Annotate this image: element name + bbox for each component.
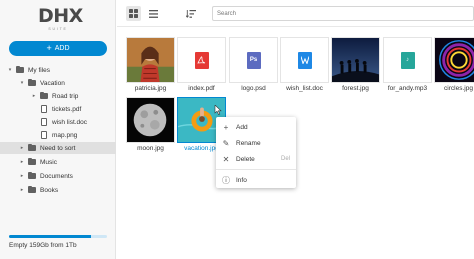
tree-item-road-trip[interactable]: ▸ Road trip — [0, 90, 78, 102]
psd-file-icon: Ps — [229, 37, 278, 83]
file-item-circles-jpg[interactable]: circles.jpg — [434, 37, 474, 93]
chevron-right-icon[interactable]: ▸ — [18, 145, 26, 151]
folder-icon — [26, 78, 37, 86]
tree-item-label: Vacation — [40, 79, 65, 87]
file-name: patricia.jpg — [134, 85, 167, 92]
info-icon: ⓘ — [222, 175, 230, 185]
logo-text: DHX — [38, 5, 83, 27]
menu-item-label: Add — [236, 123, 248, 131]
file-name: forest.jpg — [342, 85, 369, 92]
pdf-file-icon — [177, 37, 226, 83]
tree-item-my-files[interactable]: ▾ My files — [0, 64, 50, 76]
tree-item-label: Road trip — [52, 92, 79, 100]
file-icon — [38, 131, 49, 139]
image-thumbnail — [331, 37, 380, 83]
file-item-moon-jpg[interactable]: moon.jpg — [126, 97, 175, 153]
chevron-right-icon[interactable]: ▸ — [18, 187, 26, 193]
tree-item-label: Music — [40, 158, 57, 166]
search-input[interactable]: Search — [212, 6, 474, 21]
folder-icon — [26, 157, 37, 165]
tree-item-documents[interactable]: ▸ Documents — [0, 170, 73, 182]
cursor-icon — [214, 105, 222, 115]
image-thumbnail — [126, 37, 175, 83]
folder-icon — [26, 143, 37, 151]
sort-button[interactable] — [183, 6, 198, 21]
chevron-right-icon[interactable]: ▸ — [18, 159, 26, 165]
chevron-down-icon[interactable]: ▾ — [18, 80, 26, 86]
menu-item-label: Info — [236, 176, 247, 184]
tree-item-need-to-sort[interactable]: ▸ Need to sort — [0, 142, 116, 154]
menu-divider — [216, 169, 296, 170]
folder-icon — [14, 65, 25, 73]
file-item-wish-list-doc[interactable]: wish_list.doc — [280, 37, 329, 93]
add-button[interactable]: + ADD — [9, 41, 107, 56]
tree-item-vacation[interactable]: ▾ Vacation — [0, 77, 65, 89]
toolbar: Search — [117, 0, 474, 27]
folder-icon — [38, 91, 49, 99]
add-button-label: ADD — [54, 45, 70, 52]
list-view-button[interactable] — [146, 6, 161, 21]
mp3-file-icon: ♪ — [383, 37, 432, 83]
logo-subtext: SUITE — [48, 27, 68, 31]
search-placeholder: Search — [217, 10, 237, 17]
file-item-index-pdf[interactable]: index.pdf — [177, 37, 226, 93]
tree-item-map-png[interactable]: map.png — [0, 129, 77, 141]
plus-icon: + — [46, 43, 52, 53]
file-icon — [38, 118, 49, 126]
tree-item-label: map.png — [52, 131, 78, 139]
tree-item-label: Documents — [40, 172, 73, 180]
file-item-logo-psd[interactable]: Ps logo.psd — [229, 37, 278, 93]
pencil-icon: ✎ — [222, 138, 230, 148]
logo: DHX SUITE — [38, 5, 83, 33]
file-item-for-andy-mp3[interactable]: ♪ for_andy.mp3 — [383, 37, 432, 93]
tree-item-label: Books — [40, 186, 59, 194]
doc-file-icon — [280, 37, 329, 83]
grid-view-icon — [129, 9, 138, 18]
sort-icon — [185, 9, 196, 18]
close-icon: ✕ — [222, 154, 230, 164]
image-thumbnail — [434, 37, 474, 83]
tree-item-books[interactable]: ▸ Books — [0, 184, 58, 196]
chevron-down-icon[interactable]: ▾ — [6, 67, 14, 73]
tree-item-wish-list-doc[interactable]: wish list.doc — [0, 116, 87, 128]
file-name: wish_list.doc — [286, 85, 323, 92]
menu-item-rename[interactable]: ✎ Rename — [216, 136, 296, 150]
list-view-icon — [149, 9, 158, 18]
plus-icon: + — [223, 122, 229, 132]
file-name: circles.jpg — [444, 85, 473, 92]
tree-item-label: My files — [28, 66, 51, 74]
context-menu: + Add ✎ Rename ✕ Delete Del ⓘ Info — [216, 117, 296, 188]
menu-item-info[interactable]: ⓘ Info — [216, 173, 296, 187]
file-name: index.pdf — [188, 85, 215, 92]
file-name: moon.jpg — [137, 145, 164, 152]
file-item-patricia-jpg[interactable]: patricia.jpg — [126, 37, 175, 93]
sidebar: DHX SUITE + ADD ▾ My files ▾ Vacation ▸ Road … — [0, 0, 116, 259]
tree-item-label: Need to sort — [40, 144, 76, 152]
storage-info: Empty 159Gb from 1Tb — [9, 235, 107, 249]
menu-item-label: Rename — [236, 139, 261, 147]
menu-item-add[interactable]: + Add — [216, 120, 296, 134]
tree-item-label: wish list.doc — [52, 118, 88, 126]
folder-icon — [26, 171, 37, 179]
storage-fill — [9, 235, 92, 238]
file-icon — [38, 105, 49, 113]
image-thumbnail — [126, 97, 175, 143]
chevron-right-icon[interactable]: ▸ — [18, 173, 26, 179]
tree-item-label: tickets.pdf — [52, 105, 82, 113]
menu-item-label: Delete — [236, 155, 255, 163]
folder-icon — [26, 185, 37, 193]
chevron-right-icon[interactable]: ▸ — [30, 93, 38, 99]
menu-item-delete[interactable]: ✕ Delete Del — [216, 152, 296, 166]
storage-text: Empty 159Gb from 1Tb — [9, 242, 77, 249]
storage-bar — [9, 235, 107, 238]
menu-hotkey: Del — [280, 156, 290, 162]
file-name: logo.psd — [241, 85, 266, 92]
tree-item-music[interactable]: ▸ Music — [0, 156, 57, 168]
grid-view-button[interactable] — [126, 6, 141, 21]
file-item-forest-jpg[interactable]: forest.jpg — [331, 37, 380, 93]
tree-item-tickets-pdf[interactable]: tickets.pdf — [0, 103, 81, 115]
file-name: for_andy.mp3 — [387, 85, 428, 92]
